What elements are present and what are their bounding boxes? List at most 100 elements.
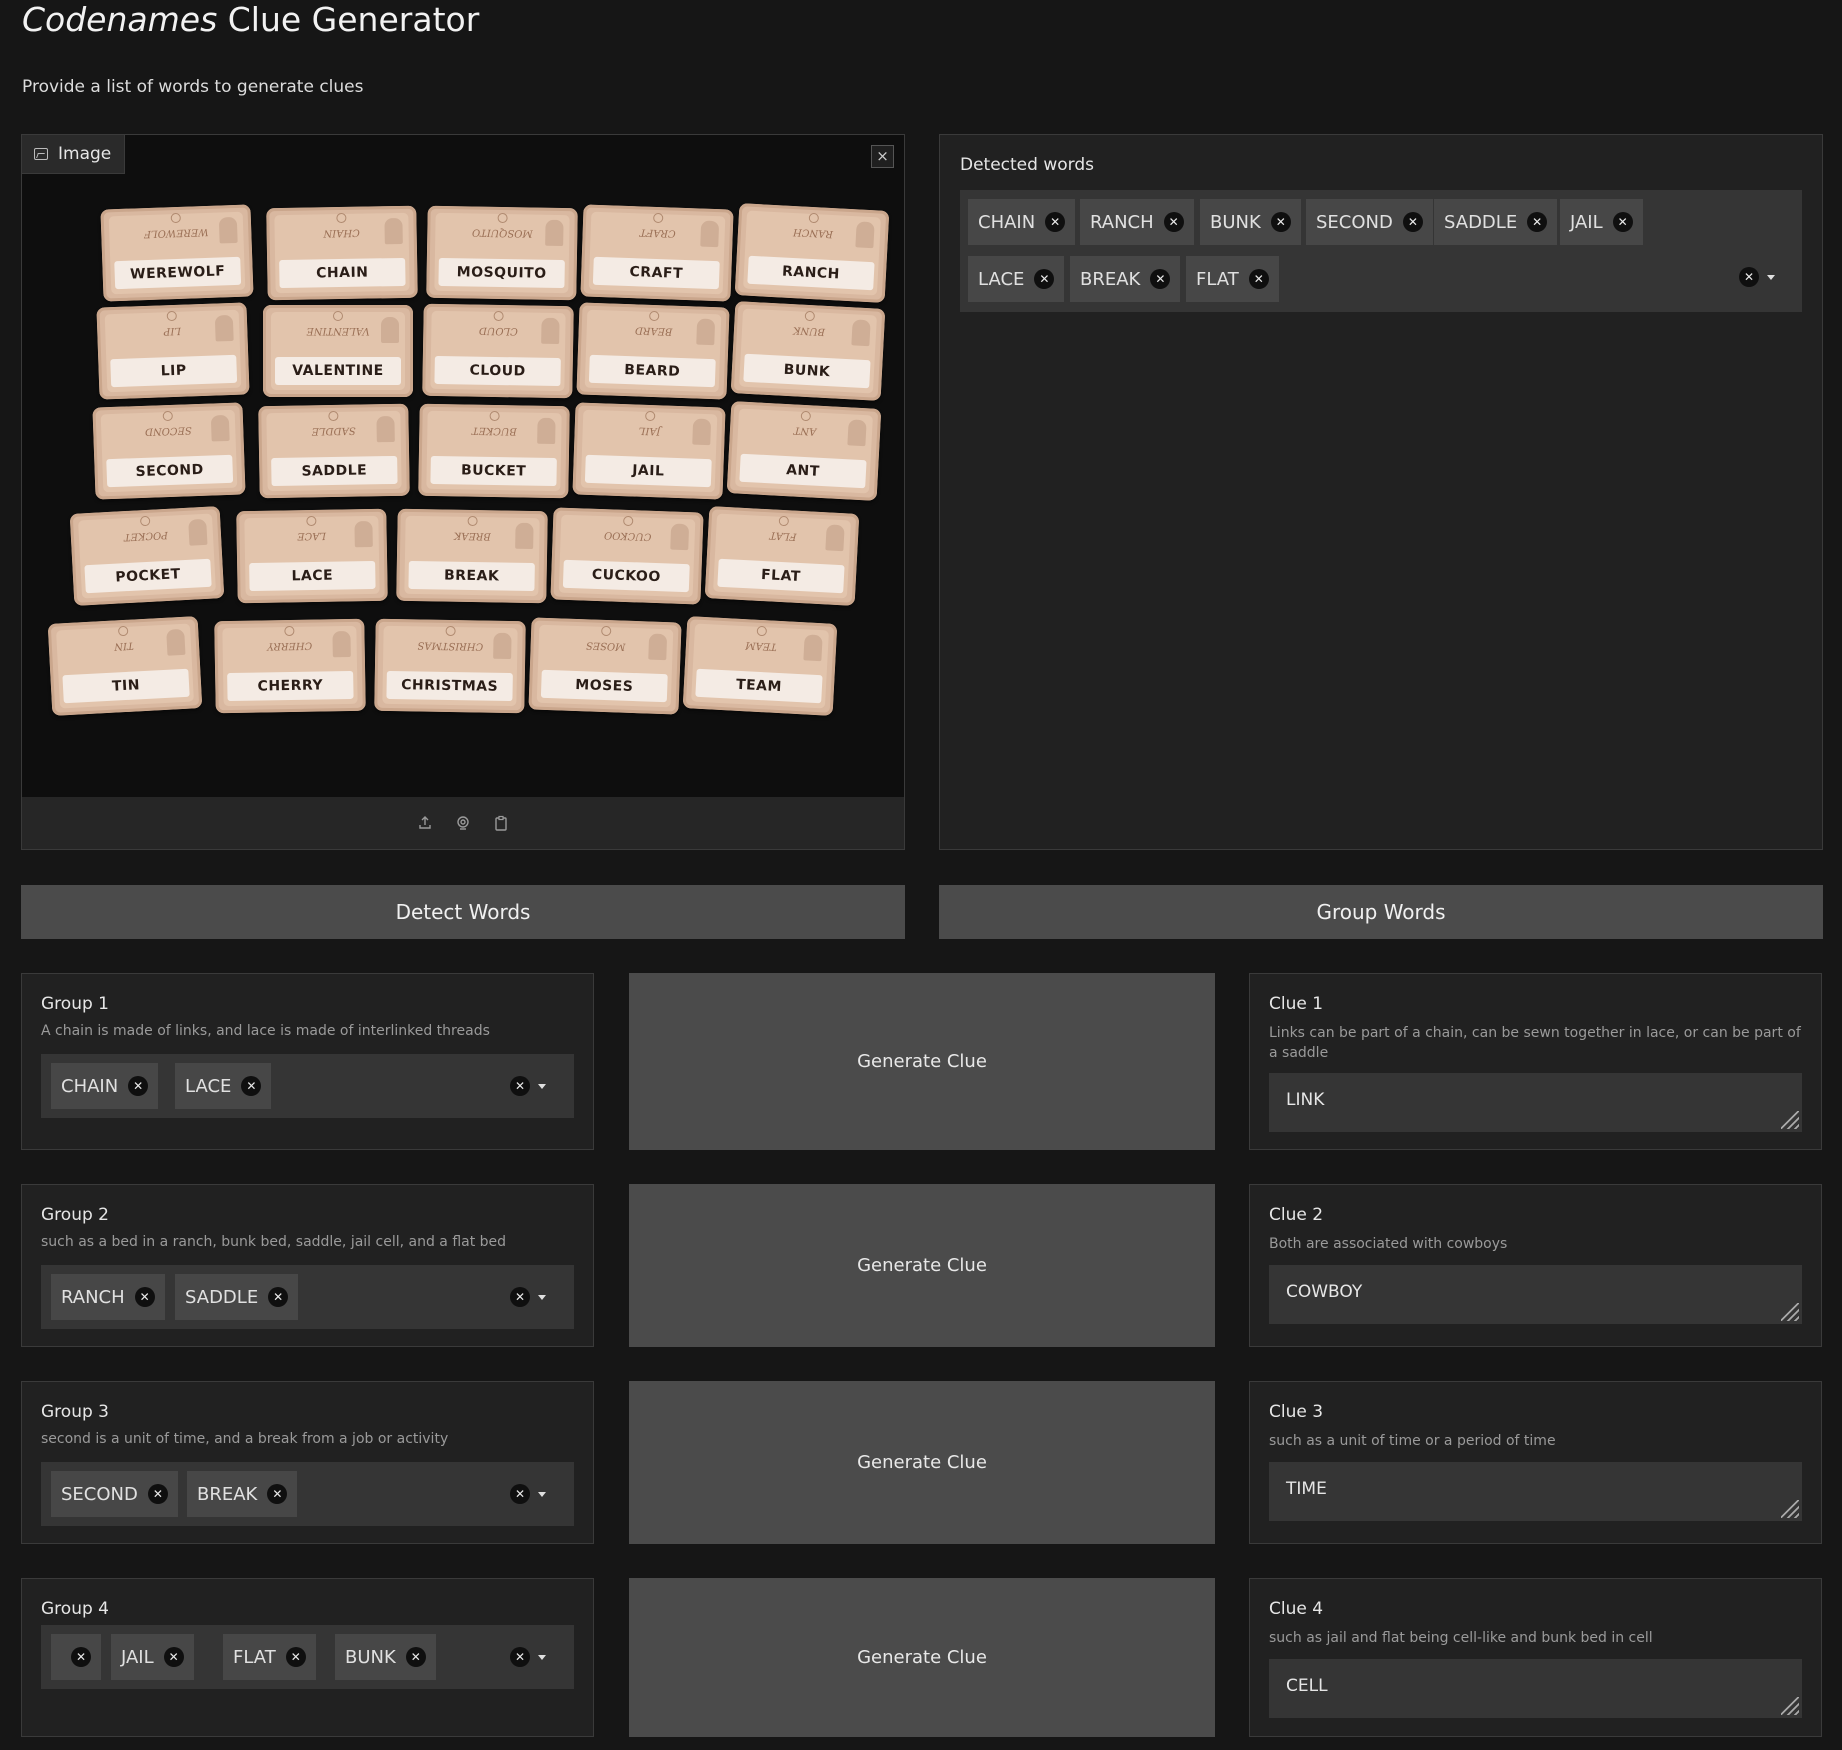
word-chip: CHAIN ✕: [968, 199, 1076, 245]
word-chip: RANCH ✕: [1080, 199, 1194, 245]
resize-handle-icon[interactable]: [1781, 1111, 1799, 1129]
codename-card: CHAIN CHAIN: [266, 205, 418, 301]
codename-card: POCKET POCKET: [69, 506, 225, 606]
codename-card: RANCH RANCH: [734, 203, 890, 303]
clue-panel: Clue 1 Links can be part of a chain, can …: [1249, 973, 1822, 1150]
remove-chip-icon[interactable]: ✕: [134, 1287, 155, 1307]
codename-card: BREAK BREAK: [396, 508, 548, 604]
remove-chip-icon[interactable]: ✕: [147, 1484, 168, 1504]
group-panel: Group 2 such as a bed in a ranch, bunk be…: [21, 1184, 594, 1347]
remove-chip-icon[interactable]: ✕: [1527, 212, 1548, 232]
chevron-down-icon[interactable]: [538, 1654, 546, 1660]
image-label: Image: [22, 135, 126, 174]
clear-all-icon[interactable]: ✕: [510, 1287, 530, 1307]
page-description: Provide a list of words to generate clue…: [22, 77, 364, 97]
generate-clue-button[interactable]: Generate Clue: [629, 1578, 1215, 1737]
codename-card: MOSES MOSES: [528, 617, 682, 715]
chevron-down-icon[interactable]: [538, 1294, 546, 1300]
word-chip: BREAK ✕: [1070, 256, 1181, 302]
remove-chip-icon[interactable]: ✕: [71, 1647, 91, 1667]
clipboard-icon[interactable]: [493, 815, 509, 831]
group-multiselect[interactable]: SECOND ✕ BREAK ✕ ✕: [41, 1462, 574, 1526]
clear-all-icon[interactable]: ✕: [510, 1647, 530, 1667]
remove-chip-icon[interactable]: ✕: [1045, 212, 1066, 232]
codename-card: LACE LACE: [236, 508, 388, 604]
codename-card: TEAM TEAM: [682, 616, 838, 716]
remove-chip-icon[interactable]: ✕: [285, 1647, 306, 1667]
group-multiselect[interactable]: ✕ JAIL ✕ FLAT ✕ BUNK ✕ ✕: [41, 1625, 574, 1689]
clue-textbox[interactable]: COWBOY: [1269, 1265, 1802, 1324]
chevron-down-icon[interactable]: [538, 1083, 546, 1089]
word-chip: SECOND ✕: [51, 1471, 178, 1517]
resize-handle-icon[interactable]: [1781, 1303, 1799, 1321]
group-description: such as a bed in a ranch, bunk bed, sadd…: [41, 1234, 507, 1250]
multiselect-controls: ✕: [510, 1287, 546, 1307]
word-chip: FLAT ✕: [223, 1634, 316, 1680]
codename-card: CLOUD CLOUD: [422, 303, 574, 399]
group-multiselect[interactable]: RANCH ✕ SADDLE ✕ ✕: [41, 1265, 574, 1329]
codename-card: CHERRY CHERRY: [214, 618, 366, 714]
detected-words-multiselect[interactable]: ✕ CHAIN ✕ RANCH ✕ BUNK ✕ SECOND ✕ SADDLE ✕ JAIL ✕ LA…: [960, 190, 1802, 312]
generate-clue-button[interactable]: Generate Clue: [629, 973, 1215, 1150]
remove-chip-icon[interactable]: ✕: [1248, 269, 1269, 289]
upload-icon[interactable]: [417, 815, 433, 831]
clue-textbox[interactable]: LINK: [1269, 1073, 1802, 1132]
codename-card: WEREWOLF WEREWOLF: [100, 204, 254, 302]
image-source-toolbar: [22, 797, 904, 849]
clear-all-icon[interactable]: ✕: [1739, 267, 1759, 287]
group-title: Group 4: [41, 1599, 109, 1619]
clue-title: Clue 2: [1269, 1205, 1324, 1225]
codename-card: MOSQUITO MOSQUITO: [426, 205, 578, 301]
group-words-button[interactable]: Group Words: [939, 885, 1823, 939]
clue-panel: Clue 3 such as a unit of time or a period…: [1249, 1381, 1822, 1544]
clue-textbox[interactable]: TIME: [1269, 1462, 1802, 1521]
group-title: Group 2: [41, 1205, 109, 1225]
clue-title: Clue 1: [1269, 994, 1324, 1014]
word-chip: LACE ✕: [968, 256, 1065, 302]
chevron-down-icon[interactable]: [538, 1491, 546, 1497]
clue-description: such as jail and flat being cell-like an…: [1269, 1630, 1653, 1646]
codename-card: BEARD BEARD: [576, 302, 730, 400]
remove-chip-icon[interactable]: ✕: [405, 1647, 426, 1667]
detected-words-label: Detected words: [960, 155, 1094, 175]
remove-chip-icon[interactable]: ✕: [1163, 212, 1184, 232]
word-chip: SADDLE ✕: [175, 1274, 299, 1320]
remove-chip-icon[interactable]: ✕: [1150, 269, 1171, 289]
codename-card: LIP LIP: [96, 302, 250, 400]
remove-chip-icon[interactable]: ✕: [1270, 212, 1291, 232]
multiselect-controls: ✕: [1739, 267, 1775, 287]
remove-chip-icon[interactable]: ✕: [268, 1287, 289, 1307]
clue-textbox[interactable]: CELL: [1269, 1659, 1802, 1718]
codename-card: FLAT FLAT: [704, 506, 860, 606]
remove-chip-icon[interactable]: ✕: [128, 1076, 149, 1096]
generate-clue-button[interactable]: Generate Clue: [629, 1381, 1215, 1544]
clue-title: Clue 4: [1269, 1599, 1324, 1619]
group-title: Group 3: [41, 1402, 109, 1422]
word-chip: SADDLE ✕: [1434, 199, 1558, 245]
codename-card: VALENTINE VALENTINE: [263, 305, 413, 397]
clear-image-button[interactable]: ×: [871, 145, 894, 168]
multiselect-controls: ✕: [510, 1647, 546, 1667]
group-description: A chain is made of links, and lace is ma…: [41, 1023, 490, 1039]
chevron-down-icon[interactable]: [1767, 274, 1775, 280]
remove-chip-icon[interactable]: ✕: [241, 1076, 262, 1096]
group-multiselect[interactable]: CHAIN ✕ LACE ✕ ✕: [41, 1054, 574, 1118]
image-preview: WEREWOLF WEREWOLF CHAIN CHAIN MOSQUITO MOSQUI…: [22, 135, 904, 797]
generate-clue-button[interactable]: Generate Clue: [629, 1184, 1215, 1347]
clue-panel: Clue 4 such as jail and flat being cell-l…: [1249, 1578, 1822, 1737]
clear-all-icon[interactable]: ✕: [510, 1484, 530, 1504]
remove-chip-icon[interactable]: ✕: [163, 1647, 184, 1667]
codename-card: TIN TIN: [47, 616, 203, 716]
clear-all-icon[interactable]: ✕: [510, 1076, 530, 1096]
detect-words-button[interactable]: Detect Words: [21, 885, 905, 939]
remove-chip-icon[interactable]: ✕: [1402, 212, 1423, 232]
remove-chip-icon[interactable]: ✕: [267, 1484, 288, 1504]
resize-handle-icon[interactable]: [1781, 1697, 1799, 1715]
remove-chip-icon[interactable]: ✕: [1612, 212, 1633, 232]
word-chip: SECOND ✕: [1306, 199, 1433, 245]
webcam-icon[interactable]: [455, 815, 471, 831]
group-description: second is a unit of time, and a break fr…: [41, 1431, 449, 1447]
resize-handle-icon[interactable]: [1781, 1500, 1799, 1518]
codename-card: BUCKET BUCKET: [418, 403, 570, 499]
remove-chip-icon[interactable]: ✕: [1034, 269, 1055, 289]
